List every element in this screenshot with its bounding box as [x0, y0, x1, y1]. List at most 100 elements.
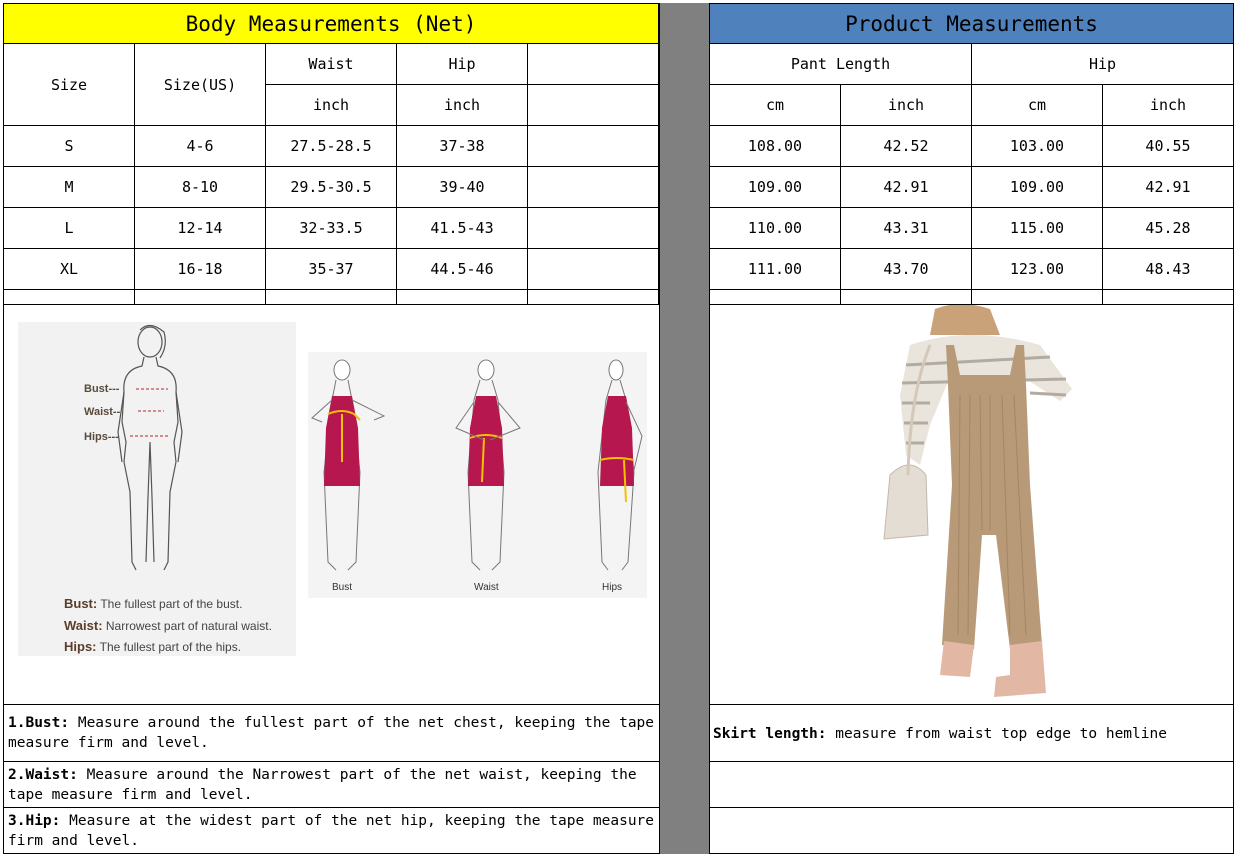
dress-figures: [311, 359, 643, 571]
waist-unit: inch: [266, 85, 397, 126]
col-pant-length-header: Pant Length: [709, 44, 972, 85]
definition-bust: Bust: The fullest part of the bust.: [64, 596, 242, 611]
empty-cell: [528, 208, 659, 249]
hip-inch-cell: 45.28: [1103, 208, 1234, 249]
note-skirt-length: Skirt length: measure from waist top edg…: [709, 724, 1234, 748]
row-rule: [3, 853, 659, 854]
hip-cm-cell: 123.00: [972, 249, 1103, 290]
pant-length-inch-cell: 43.31: [841, 208, 972, 249]
product-photo: [883, 305, 1072, 697]
row-rule: [709, 807, 1234, 808]
note-waist: 2.Waist: Measure around the Narrowest pa…: [3, 765, 659, 807]
hip-inch-cell: 48.43: [1103, 249, 1234, 290]
note-hip: 3.Hip: Measure at the widest part of the…: [3, 811, 659, 854]
empty-cell: [972, 290, 1103, 305]
hip-inch-cell: 42.91: [1103, 167, 1234, 208]
waist-cell: 32-33.5: [266, 208, 397, 249]
figure-label-waist: Waist: [474, 582, 499, 593]
empty-unit: [528, 85, 659, 126]
dress-figures-panel: Bust Waist Hips: [308, 352, 647, 598]
pant-length-inch-cell: 42.91: [841, 167, 972, 208]
size-cell: M: [3, 167, 135, 208]
right-edge: [1233, 705, 1234, 854]
column-divider: [659, 3, 710, 854]
pant-length-cm-cell: 110.00: [709, 208, 841, 249]
hip-cm-cell: 103.00: [972, 126, 1103, 167]
size-us-cell: 8-10: [135, 167, 266, 208]
size-us-cell: 4-6: [135, 126, 266, 167]
definition-hips: Hips: The fullest part of the hips.: [64, 639, 241, 654]
empty-cell: [709, 290, 841, 305]
hip-cm-cell: 109.00: [972, 167, 1103, 208]
empty-cell: [266, 290, 397, 305]
waist-cell: 35-37: [266, 249, 397, 290]
hip-cell: 44.5-46: [397, 249, 528, 290]
definition-hips-term: Hips:: [64, 639, 97, 654]
empty-cell: [397, 290, 528, 305]
size-cell: XL: [3, 249, 135, 290]
size-cell: S: [3, 126, 135, 167]
note-bust-text: Measure around the fullest part of the n…: [8, 715, 655, 751]
body-sketch-panel: Bust--- Waist-- Hips--- Bust: The fulles…: [18, 322, 296, 656]
sketch-label-hips: Hips---: [84, 431, 119, 443]
row-rule: [3, 807, 659, 808]
row-rule: [709, 853, 1234, 854]
size-us-cell: 12-14: [135, 208, 266, 249]
pant-length-cm-cell: 111.00: [709, 249, 841, 290]
waist-cell: 27.5-28.5: [266, 126, 397, 167]
col-size-us-header: Size(US): [135, 44, 266, 126]
note-hip-text: Measure at the widest part of the net hi…: [8, 813, 655, 849]
empty-cell: [135, 290, 266, 305]
note-waist-text: Measure around the Narrowest part of the…: [8, 767, 637, 803]
definition-waist-text: Narrowest part of natural waist.: [105, 619, 272, 633]
col-hip-header: Hip: [397, 44, 528, 85]
unit-inch: inch: [1103, 85, 1234, 126]
hip-cell: 41.5-43: [397, 208, 528, 249]
definition-waist-term: Waist:: [64, 618, 103, 633]
empty-cell: [1103, 290, 1234, 305]
note-waist-term: 2.Waist:: [8, 767, 78, 783]
hip-cell: 37-38: [397, 126, 528, 167]
hip-unit: inch: [397, 85, 528, 126]
body-sketch-figure: [117, 324, 183, 571]
pant-length-inch-cell: 42.52: [841, 126, 972, 167]
note-skirt-text: measure from waist top edge to hemline: [826, 726, 1167, 742]
definition-hips-text: The fullest part of the hips.: [99, 640, 242, 654]
body-measurements-header: Body Measurements (Net): [3, 3, 659, 44]
definition-waist: Waist: Narrowest part of natural waist.: [64, 618, 272, 633]
note-skirt-term: Skirt length:: [713, 726, 827, 742]
product-measurements-header: Product Measurements: [709, 3, 1234, 44]
sketch-label-bust: Bust---: [84, 383, 120, 395]
note-bust-term: 1.Bust:: [8, 715, 70, 731]
empty-cell: [528, 167, 659, 208]
col-size-header: Size: [3, 44, 135, 126]
hip-cell: 39-40: [397, 167, 528, 208]
col-waist-header: Waist: [266, 44, 397, 85]
unit-inch: inch: [841, 85, 972, 126]
definition-bust-text: The fullest part of the bust.: [100, 597, 243, 611]
sketch-label-waist: Waist--: [84, 406, 121, 418]
definition-bust-term: Bust:: [64, 596, 98, 611]
pant-length-inch-cell: 43.70: [841, 249, 972, 290]
unit-cm: cm: [709, 85, 841, 126]
hip-cm-cell: 115.00: [972, 208, 1103, 249]
row-rule: [709, 761, 1234, 762]
waist-cell: 29.5-30.5: [266, 167, 397, 208]
empty-cell: [528, 249, 659, 290]
left-edge: [3, 705, 4, 854]
note-bust: 1.Bust: Measure around the fullest part …: [3, 713, 659, 761]
row-rule: [3, 761, 659, 762]
empty-cell: [3, 290, 135, 305]
size-cell: L: [3, 208, 135, 249]
col-empty-header: [528, 44, 659, 85]
figure-label-hips: Hips: [602, 582, 623, 593]
pant-length-cm-cell: 109.00: [709, 167, 841, 208]
figure-label-bust: Bust: [332, 582, 353, 593]
col-product-hip-header: Hip: [972, 44, 1234, 85]
unit-cm: cm: [972, 85, 1103, 126]
pant-length-cm-cell: 108.00: [709, 126, 841, 167]
note-hip-term: 3.Hip:: [8, 813, 61, 829]
hip-inch-cell: 40.55: [1103, 126, 1234, 167]
empty-cell: [528, 126, 659, 167]
empty-cell: [841, 290, 972, 305]
